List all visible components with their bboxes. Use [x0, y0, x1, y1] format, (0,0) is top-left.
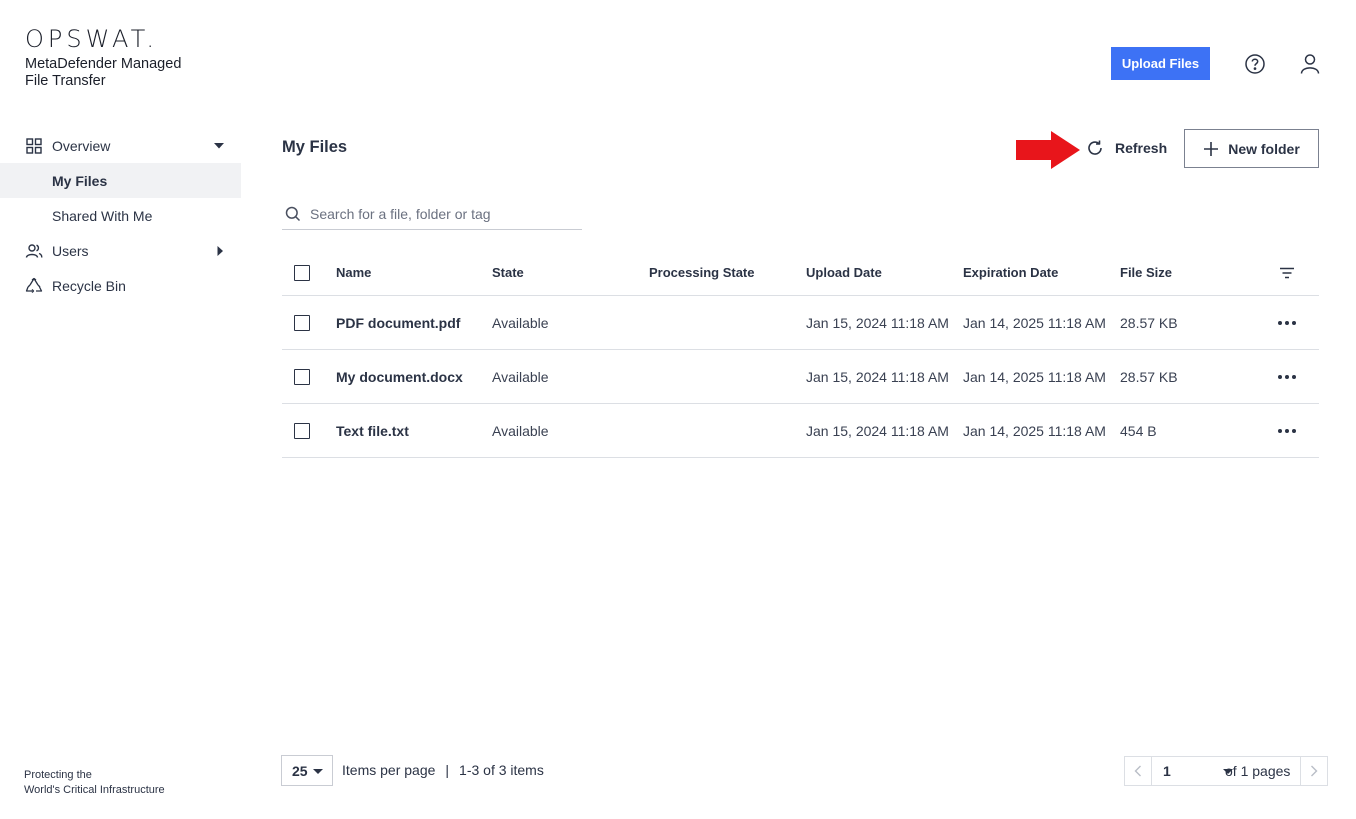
- tagline-line: Protecting the: [24, 769, 92, 781]
- more-options-icon[interactable]: [1276, 404, 1298, 457]
- file-expiration-date: Jan 14, 2025 11:18 AM: [963, 368, 1106, 385]
- page-select-spacer: [1202, 756, 1225, 786]
- column-header-processing-state[interactable]: Processing State: [649, 250, 755, 295]
- brand-logo: OPSWAT. MetaDefender Managed File Transf…: [25, 26, 205, 90]
- new-folder-button[interactable]: New folder: [1184, 129, 1319, 168]
- sidebar-item-label: Recycle Bin: [52, 277, 126, 294]
- current-page-value: 1: [1163, 763, 1171, 779]
- file-state: Available: [492, 368, 549, 385]
- footer-tagline: Protecting the World's Critical Infrastr…: [24, 768, 165, 798]
- tagline-line: World's Critical Infrastructure: [24, 784, 165, 796]
- file-upload-date: Jan 15, 2024 11:18 AM: [806, 314, 949, 331]
- more-options-icon[interactable]: [1276, 350, 1298, 403]
- file-expiration-date: Jan 14, 2025 11:18 AM: [963, 422, 1106, 439]
- row-checkbox[interactable]: [294, 422, 310, 439]
- filter-icon[interactable]: [1276, 250, 1298, 295]
- sidebar-item-my-files[interactable]: My Files: [0, 163, 241, 198]
- search-icon: [285, 206, 301, 222]
- sidebar-item-recycle-bin[interactable]: Recycle Bin: [0, 268, 241, 303]
- column-header-name[interactable]: Name: [336, 250, 371, 295]
- file-name[interactable]: Text file.txt: [336, 404, 409, 457]
- opswat-wordmark: OPSWAT.: [25, 25, 159, 53]
- refresh-icon: [1086, 139, 1104, 157]
- sidebar-item-label: My Files: [52, 172, 108, 189]
- sidebar-item-users[interactable]: Users: [0, 233, 241, 268]
- column-header-state[interactable]: State: [492, 250, 524, 295]
- chevron-right-icon: [1311, 765, 1318, 777]
- new-folder-label: New folder: [1228, 140, 1300, 157]
- pagination-summary: Items per page | 1-3 of 3 items: [342, 762, 544, 778]
- sidebar-item-label: Users: [52, 242, 89, 259]
- caret-down-icon: [1223, 769, 1233, 774]
- total-pages-label: of 1 pages: [1225, 756, 1301, 786]
- product-name: MetaDefender Managed File Transfer: [25, 56, 182, 89]
- caret-down-icon: [313, 769, 323, 774]
- file-expiration-date: Jan 14, 2025 11:18 AM: [963, 314, 1106, 331]
- refresh-label: Refresh: [1115, 140, 1168, 156]
- next-page-button[interactable]: [1300, 756, 1329, 786]
- items-per-page-label: Items per page: [342, 762, 436, 778]
- sidebar-item-label: Overview: [52, 137, 111, 154]
- sidebar-item-shared-with-me[interactable]: Shared With Me: [0, 198, 241, 233]
- file-state: Available: [492, 314, 549, 331]
- table-row[interactable]: Text file.txt Available Jan 15, 2024 11:…: [282, 404, 1319, 458]
- file-state: Available: [492, 422, 549, 439]
- row-select-cell: [294, 404, 310, 457]
- select-all-cell: [294, 250, 310, 295]
- files-table: Name State Processing State Upload Date …: [282, 250, 1319, 458]
- plus-icon: [1203, 141, 1219, 157]
- chevron-right-icon[interactable]: [216, 233, 224, 268]
- refresh-button[interactable]: Refresh: [1086, 136, 1167, 160]
- table-row[interactable]: PDF document.pdf Available Jan 15, 2024 …: [282, 296, 1319, 350]
- user-icon[interactable]: [1299, 53, 1321, 75]
- search-input[interactable]: [310, 206, 570, 222]
- chevron-left-icon: [1134, 765, 1141, 777]
- page-title: My Files: [282, 138, 348, 156]
- search-box: [282, 199, 582, 230]
- row-select-cell: [294, 350, 310, 403]
- recycle-icon: [25, 277, 43, 295]
- file-size: 28.57 KB: [1120, 314, 1178, 331]
- row-select-cell: [294, 296, 310, 349]
- red-arrow-annotation: [1016, 131, 1080, 169]
- help-icon[interactable]: [1244, 53, 1266, 75]
- sidebar-nav: Overview My Files Shared With Me Users R…: [0, 128, 241, 303]
- items-per-page-value: 25: [292, 762, 308, 779]
- chevron-down-icon[interactable]: [213, 128, 225, 163]
- column-header-expiration-date[interactable]: Expiration Date: [963, 250, 1058, 295]
- file-name[interactable]: My document.docx: [336, 350, 463, 403]
- file-size: 454 B: [1120, 422, 1157, 439]
- pager: 1 of 1 pages: [1124, 756, 1329, 786]
- grid-icon: [25, 137, 43, 155]
- file-upload-date: Jan 15, 2024 11:18 AM: [806, 368, 949, 385]
- row-checkbox[interactable]: [294, 314, 310, 331]
- more-options-icon[interactable]: [1276, 296, 1298, 349]
- select-all-checkbox[interactable]: [294, 264, 310, 281]
- file-name[interactable]: PDF document.pdf: [336, 296, 460, 349]
- column-header-upload-date[interactable]: Upload Date: [806, 250, 882, 295]
- page-number-select[interactable]: 1: [1152, 756, 1233, 786]
- users-icon: [25, 242, 43, 260]
- previous-page-button[interactable]: [1124, 756, 1152, 786]
- row-checkbox[interactable]: [294, 368, 310, 385]
- table-row[interactable]: My document.docx Available Jan 15, 2024 …: [282, 350, 1319, 404]
- file-size: 28.57 KB: [1120, 368, 1178, 385]
- column-header-file-size[interactable]: File Size: [1120, 250, 1172, 295]
- items-per-page-select[interactable]: 25: [281, 755, 333, 786]
- sidebar-item-overview[interactable]: Overview: [0, 128, 241, 163]
- file-upload-date: Jan 15, 2024 11:18 AM: [806, 422, 949, 439]
- sidebar-item-label: Shared With Me: [52, 207, 153, 224]
- pagination-separator: |: [445, 762, 450, 778]
- upload-files-button[interactable]: Upload Files: [1111, 47, 1210, 80]
- table-header-row: Name State Processing State Upload Date …: [282, 250, 1319, 296]
- item-range-label: 1-3 of 3 items: [459, 762, 544, 778]
